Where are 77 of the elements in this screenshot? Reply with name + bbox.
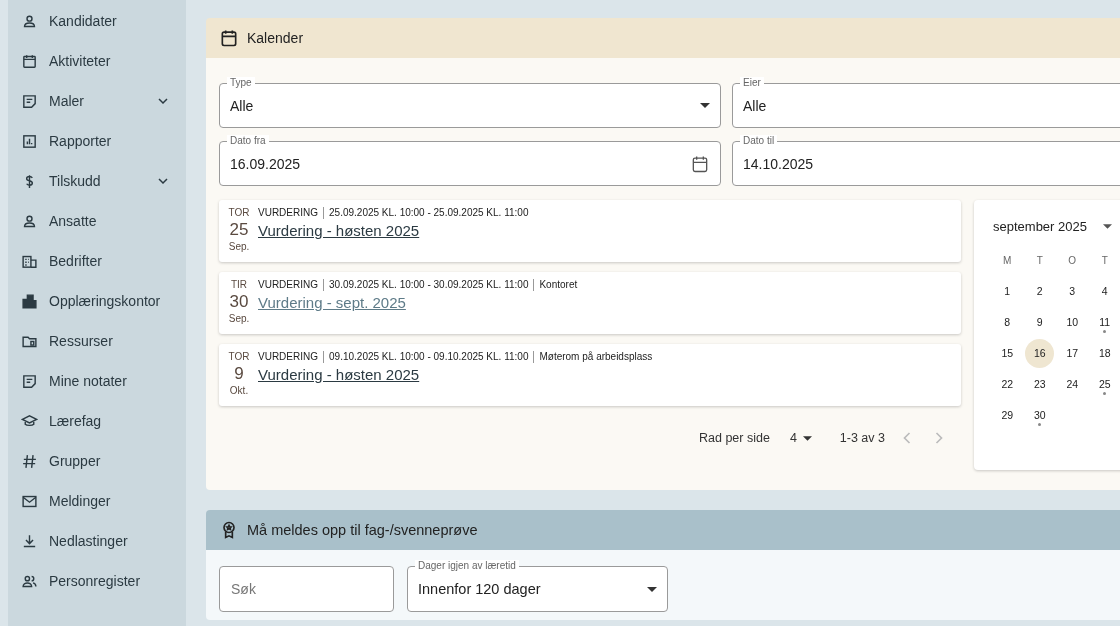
calendar-day[interactable]: 3 xyxy=(1057,277,1087,306)
download-icon xyxy=(21,532,38,550)
note-icon xyxy=(21,92,38,110)
sidebar-item[interactable]: Ressurser xyxy=(8,321,186,361)
calendar-day[interactable]: 18 xyxy=(1090,339,1120,368)
event-title-link[interactable]: Vurdering - høsten 2025 xyxy=(258,366,653,383)
sidebar-item[interactable]: Meldinger xyxy=(8,481,186,521)
sidebar-item[interactable]: Kandidater xyxy=(8,1,186,41)
page-range: 1-3 av 3 xyxy=(839,431,885,445)
calendar-day[interactable]: 11 xyxy=(1090,308,1120,337)
sidebar-item[interactable]: Rapporter xyxy=(8,121,186,161)
calendar-day[interactable]: 24 xyxy=(1057,370,1087,399)
calendar-day[interactable]: 9 xyxy=(1025,308,1055,337)
event-time: 09.10.2025 KL. 10:00 - 09.10.2025 KL. 11:00 xyxy=(323,351,529,363)
event-day: 9 xyxy=(234,363,244,384)
event-day: 25 xyxy=(229,219,249,240)
caret-icon xyxy=(700,103,710,108)
event-type: VURDERING xyxy=(258,207,318,219)
event-time: 30.09.2025 KL. 10:00 - 30.09.2025 KL. 11:00 xyxy=(323,279,529,291)
event-title-link[interactable]: Vurdering - høsten 2025 xyxy=(258,222,529,239)
sidebar-item[interactable]: Personregister xyxy=(8,561,186,601)
calendar-day[interactable]: 10 xyxy=(1057,308,1087,337)
sidebar-item[interactable]: Mine notater xyxy=(8,361,186,401)
calendar-icon xyxy=(219,28,239,48)
calendar-day[interactable]: 4 xyxy=(1090,277,1120,306)
rows-per-page-select[interactable]: 4 xyxy=(789,431,812,445)
weekday-label: O xyxy=(1067,254,1078,268)
calendar-day[interactable]: 17 xyxy=(1057,339,1087,368)
event-title-link[interactable]: Vurdering - sept. 2025 xyxy=(258,294,578,311)
panel-title: Kalender xyxy=(247,30,304,46)
person-icon xyxy=(21,212,38,230)
sidebar-item[interactable]: Aktiviteter xyxy=(8,41,186,81)
calendar-day[interactable]: 1 xyxy=(992,277,1022,306)
event-day: 30 xyxy=(229,291,249,312)
chart-icon xyxy=(21,132,38,150)
sidebar-item[interactable]: Ansatte xyxy=(8,201,186,241)
sidebar-item[interactable]: Grupper xyxy=(8,441,186,481)
calendar-day[interactable]: 22 xyxy=(992,370,1022,399)
calendar-day[interactable]: 29 xyxy=(992,401,1022,430)
sidebar-item[interactable]: Maler xyxy=(8,81,186,121)
weekday-label: T xyxy=(1035,254,1044,268)
sidebar-item[interactable]: Opplæringskontor xyxy=(8,281,186,321)
person-icon xyxy=(21,12,38,30)
weekday-label: M xyxy=(1002,254,1013,268)
sidebar-item[interactable]: Bedrifter xyxy=(8,241,186,281)
event-weekday: TOR xyxy=(228,351,250,363)
caret-icon xyxy=(802,435,812,441)
calendar-day[interactable]: 30 xyxy=(1025,401,1055,430)
rows-per-page-label: Rad per side xyxy=(699,431,770,445)
event-type: VURDERING xyxy=(258,351,318,363)
month-title: september 2025 xyxy=(993,218,1087,234)
panel-title: Må meldes opp til fag-/svenneprøve xyxy=(247,522,478,538)
calendar-day[interactable]: 25 xyxy=(1090,370,1120,399)
event-location: Møterom på arbeidsplass xyxy=(533,351,653,363)
search-field[interactable]: Søk xyxy=(219,566,394,612)
calendar-day[interactable]: 16 xyxy=(1025,339,1055,368)
event-type: VURDERING xyxy=(258,279,318,291)
calendar-day[interactable]: 2 xyxy=(1025,277,1055,306)
hash-icon xyxy=(21,452,38,470)
sidebar-item[interactable]: Lærefag xyxy=(8,401,186,441)
caret-icon xyxy=(647,586,657,592)
event-weekday: TIR xyxy=(230,279,248,291)
calendar-icon xyxy=(21,52,38,70)
caret-icon[interactable] xyxy=(1102,223,1112,229)
event-time: 25.09.2025 KL. 10:00 - 25.09.2025 KL. 11:00 xyxy=(323,207,529,219)
calendar-day[interactable]: 23 xyxy=(1025,370,1055,399)
sidebar-item[interactable]: Nedlastinger xyxy=(8,521,186,561)
sidebar-item[interactable]: Tilskudd xyxy=(8,161,186,201)
event-location: Kontoret xyxy=(533,279,578,291)
calendar-day[interactable]: 8 xyxy=(992,308,1022,337)
event-month: Sep. xyxy=(228,240,250,253)
weekday-label: T xyxy=(1100,254,1109,268)
event-month: Sep. xyxy=(228,312,250,325)
event-month: Okt. xyxy=(229,384,249,397)
calendar-day[interactable]: 15 xyxy=(992,339,1022,368)
event-weekday: TOR xyxy=(228,207,250,219)
note-icon xyxy=(21,372,38,390)
